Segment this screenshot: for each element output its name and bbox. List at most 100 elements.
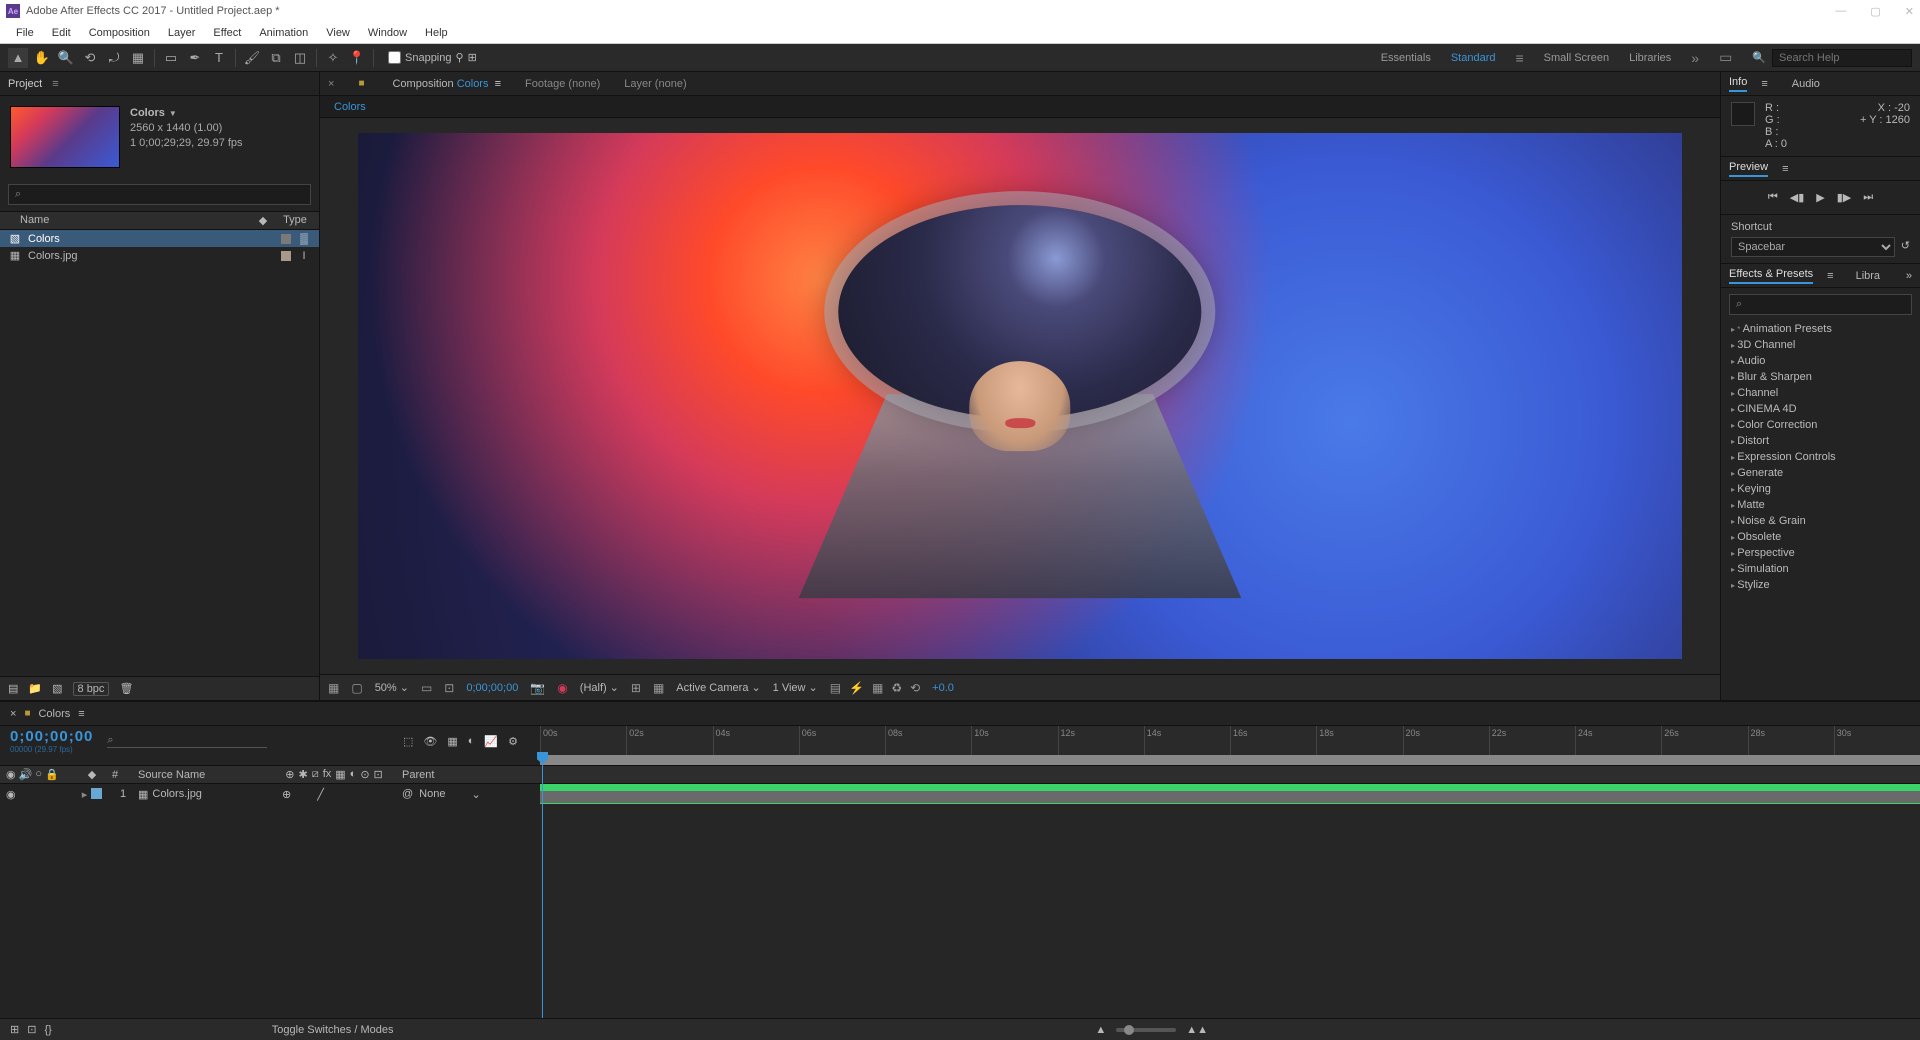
close-tab-icon[interactable]: × [10, 708, 16, 720]
dropdown-icon[interactable]: ⌄ [471, 788, 480, 801]
close-tab-icon[interactable]: × [328, 78, 334, 90]
always-preview-icon[interactable]: ▦ [328, 681, 339, 695]
layer-row[interactable]: ◉ ▸ 1 ▦Colors.jpg ⊕╱ @None⌄ [0, 784, 540, 804]
timeline-tracks[interactable] [540, 784, 1920, 1018]
zoom-in-icon[interactable]: ▲▲ [1186, 1024, 1208, 1036]
timeline-zoom[interactable]: ▲ ▲▲ [1095, 1024, 1208, 1036]
project-tab[interactable]: Project [8, 78, 42, 90]
switch-value[interactable]: ╱ [317, 788, 324, 801]
label-col-icon[interactable]: ◆ [72, 768, 112, 781]
minimize-icon[interactable]: — [1835, 5, 1846, 18]
fast-preview-icon[interactable]: ⚡ [849, 681, 864, 695]
resolution-dropdown[interactable]: (Half) ⌄ [580, 681, 619, 694]
shortcut-select[interactable]: Spacebar [1731, 237, 1895, 257]
ws-essentials[interactable]: Essentials [1381, 52, 1431, 64]
roto-tool-icon[interactable]: ✧ [323, 48, 343, 68]
effects-tab[interactable]: Effects & Presets [1729, 268, 1813, 284]
panel-menu-icon[interactable]: ≡ [1782, 163, 1788, 175]
menu-composition[interactable]: Composition [81, 25, 158, 41]
menu-effect[interactable]: Effect [205, 25, 249, 41]
first-frame-icon[interactable]: ⏮ [1768, 191, 1778, 204]
menu-layer[interactable]: Layer [160, 25, 204, 41]
libraries-tab[interactable]: Libra [1856, 270, 1880, 282]
resolution-icon[interactable]: ▭ [421, 681, 432, 695]
footage-tab[interactable]: Footage (none) [525, 78, 600, 90]
switch-icon[interactable]: ⊙ [360, 768, 369, 781]
dropdown-icon[interactable]: ▼ [169, 109, 177, 118]
fx-category[interactable]: Color Correction [1721, 417, 1920, 433]
bpc-button[interactable]: 8 bpc [73, 682, 110, 696]
play-icon[interactable]: ▶ [1816, 191, 1824, 204]
snap-opt2-icon[interactable]: ⊞ [468, 51, 477, 64]
project-item-image[interactable]: ▦ Colors.jpg I [0, 247, 319, 264]
snapping-toggle[interactable]: Snapping ⚲ ⊞ [388, 51, 477, 64]
fx-category[interactable]: Noise & Grain [1721, 513, 1920, 529]
fx-category[interactable]: Distort [1721, 433, 1920, 449]
fx-category[interactable]: Stylize [1721, 577, 1920, 593]
toggle-switches-button[interactable]: Toggle Switches / Modes [272, 1024, 394, 1036]
zoom-dropdown[interactable]: 50% ⌄ [375, 681, 409, 694]
snapping-checkbox[interactable] [388, 51, 401, 64]
preview-tab[interactable]: Preview [1729, 161, 1768, 177]
camera-dropdown[interactable]: Active Camera ⌄ [676, 681, 760, 694]
menu-help[interactable]: Help [417, 25, 456, 41]
fx-category[interactable]: Generate [1721, 465, 1920, 481]
col-name[interactable]: Name [8, 214, 247, 227]
rectangle-tool-icon[interactable]: ▭ [161, 48, 181, 68]
fx-category[interactable]: Channel [1721, 385, 1920, 401]
panel-menu-icon[interactable]: ≡ [1827, 270, 1833, 282]
composition-tab[interactable]: Composition Colors ≡ [392, 78, 501, 90]
layer-search[interactable]: ⌕ [107, 734, 267, 748]
views-dropdown[interactable]: 1 View ⌄ [773, 681, 818, 694]
channel-icon[interactable]: ◉ [557, 681, 567, 695]
twirl-icon[interactable]: ▸ [82, 788, 88, 801]
folder-icon[interactable]: 📁 [28, 682, 42, 695]
roi-icon[interactable]: ⊡ [444, 681, 454, 695]
project-item-comp[interactable]: ▧ Colors ▒ [0, 230, 319, 247]
snap-opt1-icon[interactable]: ⚲ [456, 51, 464, 64]
fx-category[interactable]: Matte [1721, 497, 1920, 513]
fx-category[interactable]: Simulation [1721, 561, 1920, 577]
guides-icon[interactable]: ▦ [653, 681, 664, 695]
switch-icon[interactable]: ⊕ [285, 768, 294, 781]
trash-icon[interactable]: 🗑 [119, 682, 133, 695]
interpret-icon[interactable]: ▤ [8, 682, 18, 695]
pixel-aspect-icon[interactable]: ▤ [830, 681, 841, 695]
label-swatch[interactable] [281, 234, 291, 244]
fx-category[interactable]: 3D Channel [1721, 337, 1920, 353]
motion-blur-icon[interactable]: ◐ [468, 735, 475, 748]
switch-icon[interactable]: ▦ [335, 768, 345, 781]
ws-standard[interactable]: Standard [1451, 52, 1496, 64]
help-search-input[interactable] [1772, 49, 1912, 67]
brainstorm-icon[interactable]: ⚙ [508, 735, 518, 748]
brush-tool-icon[interactable]: 🖌 [242, 48, 262, 68]
orbit-tool-icon[interactable]: ⟲ [80, 48, 100, 68]
new-comp-icon[interactable]: ▧ [52, 682, 62, 695]
reset-icon[interactable]: ↺ [1901, 239, 1910, 252]
switch-icon[interactable]: ⧄ [312, 768, 319, 781]
hand-tool-icon[interactable]: ✋ [32, 48, 52, 68]
num-col[interactable]: # [112, 769, 134, 781]
eraser-tool-icon[interactable]: ◫ [290, 48, 310, 68]
eye-col-icon[interactable]: ◉ [6, 768, 16, 781]
col-type[interactable]: Type [279, 214, 311, 227]
timeline-ruler[interactable]: 00s 02s 04s 06s 08s 10s 12s 14s 16s 18s … [540, 726, 1920, 765]
menu-edit[interactable]: Edit [44, 25, 79, 41]
puppet-tool-icon[interactable]: 📍 [347, 48, 367, 68]
work-area-bar[interactable] [540, 755, 1920, 765]
source-col[interactable]: Source Name [134, 769, 274, 781]
parent-col[interactable]: Parent [394, 769, 514, 781]
type-tool-icon[interactable]: T [209, 48, 229, 68]
fx-category[interactable]: CINEMA 4D [1721, 401, 1920, 417]
switch-icon[interactable]: ◐ [350, 768, 357, 781]
timeline-icon[interactable]: ▦ [872, 681, 883, 695]
exposure-value[interactable]: +0.0 [932, 682, 954, 694]
flowchart-icon[interactable]: ♻ [891, 681, 902, 695]
camera-tool-icon[interactable]: ▦ [128, 48, 148, 68]
grid-icon[interactable]: ⊞ [631, 681, 641, 695]
current-time[interactable]: 0;00;00;00 [466, 682, 518, 694]
ws-reset-icon[interactable]: ▭ [1719, 49, 1732, 66]
transparency-icon[interactable]: ▢ [351, 681, 362, 695]
project-search[interactable]: ⌕ [8, 184, 311, 205]
parent-dropdown[interactable]: None [419, 788, 445, 801]
